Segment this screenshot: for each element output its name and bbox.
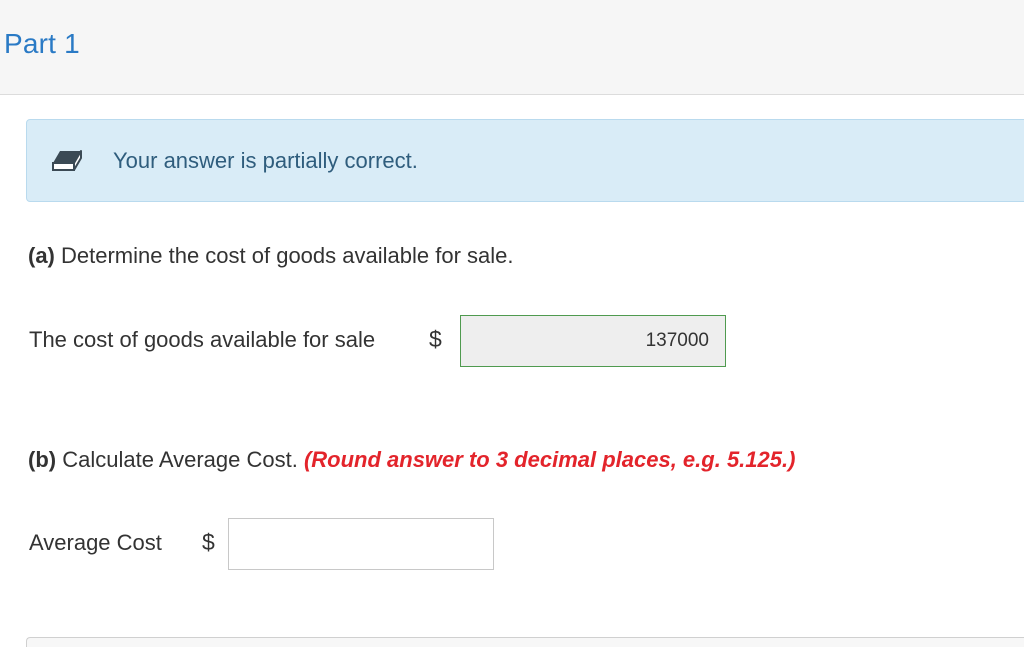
feedback-banner: Your answer is partially correct.	[26, 119, 1024, 202]
part-header: Part 1	[0, 0, 1024, 95]
question-a-prefix: (a)	[28, 243, 55, 268]
question-b-text: Calculate Average Cost.	[56, 447, 304, 472]
part-title[interactable]: Part 1	[4, 28, 80, 60]
question-b-prompt: (b) Calculate Average Cost. (Round answe…	[28, 447, 795, 473]
cost-of-goods-input[interactable]: 137000	[460, 315, 726, 367]
question-a-prompt: (a) Determine the cost of goods availabl…	[28, 243, 513, 269]
next-panel-edge	[26, 637, 1024, 647]
feedback-message: Your answer is partially correct.	[113, 148, 418, 173]
question-b-prefix: (b)	[28, 447, 57, 472]
cost-of-goods-label: The cost of goods available for sale	[29, 327, 376, 352]
question-a-text: Determine the cost of goods available fo…	[54, 243, 514, 268]
currency-symbol: $	[202, 529, 215, 555]
currency-symbol: $	[429, 326, 442, 352]
eraser-icon	[51, 149, 83, 173]
average-cost-input[interactable]	[228, 518, 494, 570]
average-cost-label: Average Cost	[29, 530, 162, 555]
rounding-note: (Round answer to 3 decimal places, e.g. …	[303, 447, 796, 472]
